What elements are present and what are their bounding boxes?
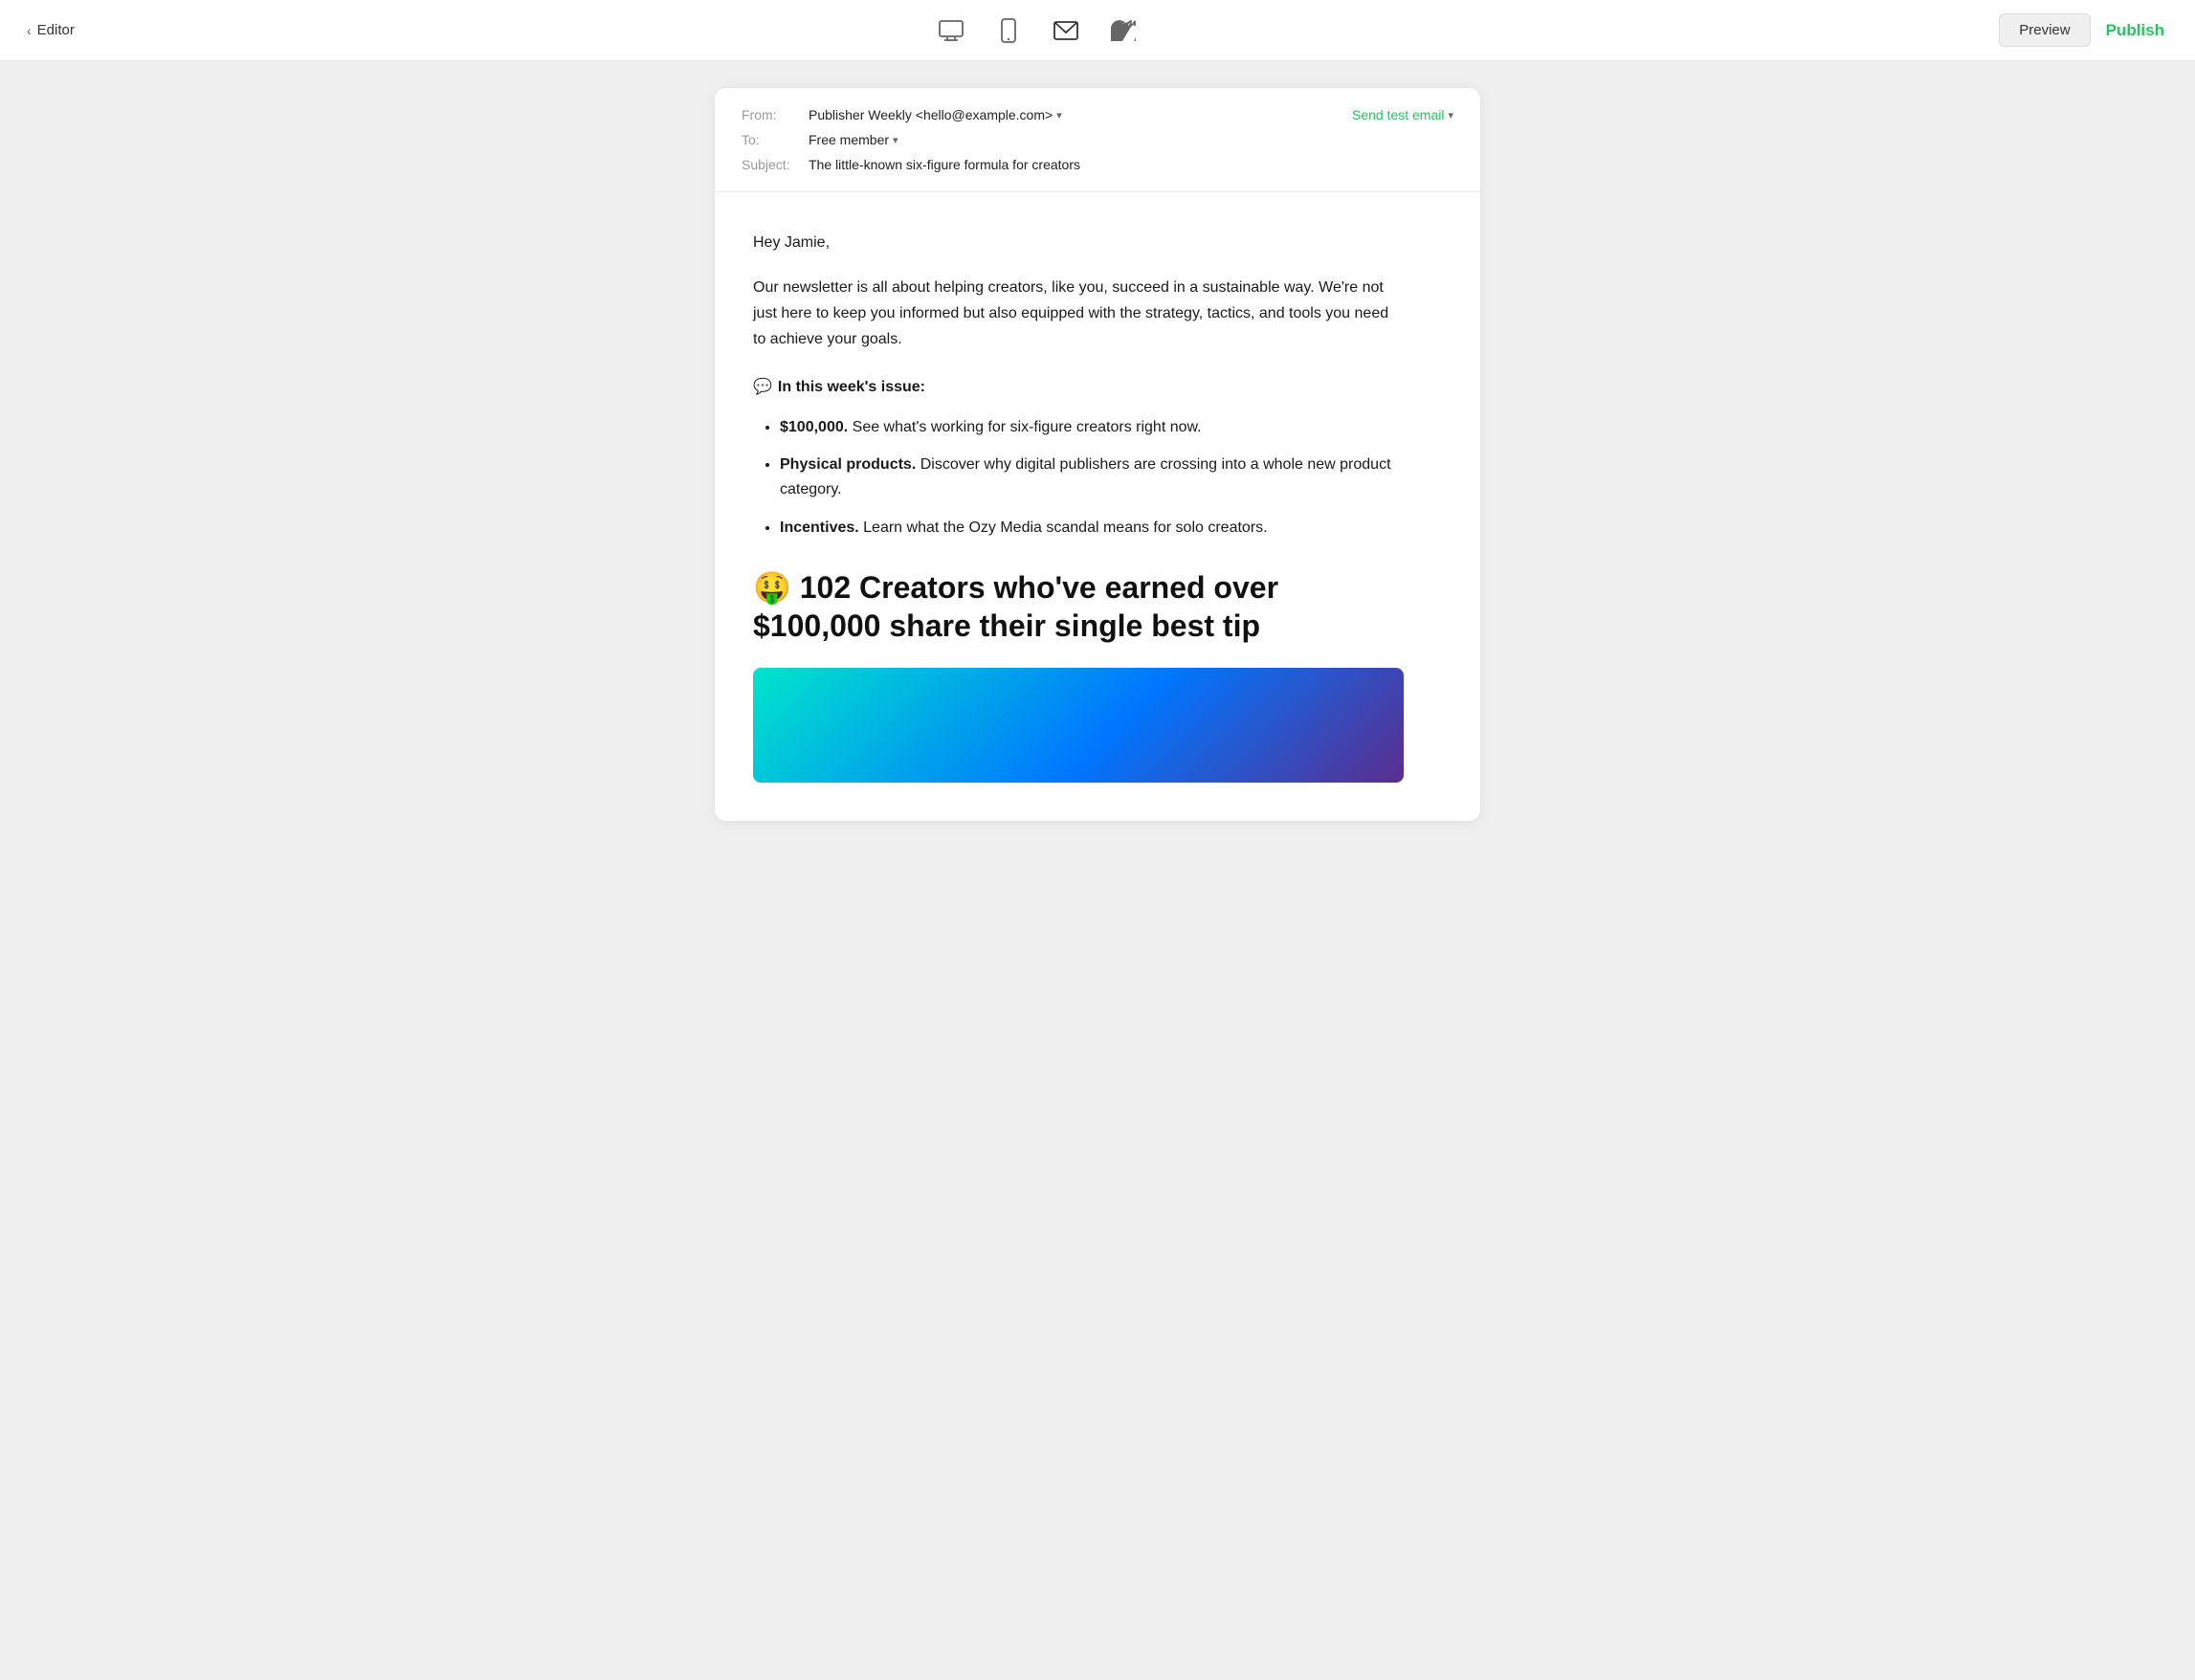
- back-button[interactable]: ‹ Editor: [27, 22, 75, 38]
- email-view-button[interactable]: [1053, 17, 1079, 44]
- back-label: Editor: [37, 22, 75, 38]
- mobile-view-button[interactable]: [995, 17, 1022, 44]
- to-value-text: Free member: [809, 132, 889, 147]
- from-value-text: Publisher Weekly <hello@example.com>: [809, 107, 1053, 122]
- list-item: $100,000. See what's working for six-fig…: [780, 415, 1404, 440]
- desktop-view-button[interactable]: [938, 17, 964, 44]
- from-chevron-icon: ▾: [1056, 109, 1062, 122]
- email-header: From: Publisher Weekly <hello@example.co…: [715, 88, 1480, 192]
- send-test-chevron-icon: ▾: [1448, 109, 1453, 122]
- list-item: Physical products. Discover why digital …: [780, 453, 1404, 501]
- big-heading: 🤑 102 Creators who've earned over $100,0…: [753, 568, 1404, 645]
- list-item-bold: $100,000.: [780, 419, 848, 435]
- issue-list: $100,000. See what's working for six-fig…: [753, 415, 1404, 540]
- big-heading-text: 102 Creators who've earned over $100,000…: [753, 570, 1278, 643]
- view-switcher: [938, 17, 1137, 44]
- back-arrow-icon: ‹: [27, 23, 32, 38]
- topbar-actions: Preview Publish: [1999, 13, 2168, 48]
- from-row: From: Publisher Weekly <hello@example.co…: [742, 107, 1080, 122]
- section-heading: 💬 In this week's issue:: [753, 375, 1404, 400]
- subject-row: Subject: The little-known six-figure for…: [742, 157, 1080, 172]
- from-value[interactable]: Publisher Weekly <hello@example.com> ▾: [809, 107, 1062, 122]
- topbar: ‹ Editor: [0, 0, 2195, 61]
- section-heading-text: In this week's issue:: [778, 375, 925, 400]
- send-test-label: Send test email: [1352, 107, 1445, 122]
- big-heading-emoji: 🤑: [753, 570, 791, 605]
- list-item: Incentives. Learn what the Ozy Media sca…: [780, 516, 1404, 541]
- preview-button[interactable]: Preview: [1999, 13, 2090, 47]
- to-value[interactable]: Free member ▾: [809, 132, 898, 147]
- list-item-bold: Incentives.: [780, 519, 859, 536]
- email-meta: From: Publisher Weekly <hello@example.co…: [742, 107, 1080, 172]
- send-test-email-button[interactable]: Send test email ▾: [1352, 107, 1453, 122]
- publish-button[interactable]: Publish: [2102, 13, 2168, 48]
- list-item-text: See what's working for six-figure creato…: [853, 419, 1202, 435]
- email-intro: Our newsletter is all about helping crea…: [753, 275, 1404, 353]
- list-item-bold: Physical products.: [780, 456, 916, 473]
- subject-value: The little-known six-figure formula for …: [809, 157, 1080, 172]
- section-emoji: 💬: [753, 375, 772, 400]
- email-panel: From: Publisher Weekly <hello@example.co…: [715, 88, 1480, 821]
- hero-image: [753, 668, 1404, 783]
- twitter-view-button[interactable]: [1110, 17, 1137, 44]
- page-body: From: Publisher Weekly <hello@example.co…: [0, 61, 2195, 878]
- subject-label: Subject:: [742, 157, 799, 172]
- to-row: To: Free member ▾: [742, 132, 1080, 147]
- to-label: To:: [742, 132, 799, 147]
- to-chevron-icon: ▾: [893, 134, 898, 146]
- email-greeting: Hey Jamie,: [753, 231, 1404, 255]
- email-body: Hey Jamie, Our newsletter is all about h…: [715, 192, 1480, 821]
- from-label: From:: [742, 107, 799, 122]
- list-item-text: Learn what the Ozy Media scandal means f…: [863, 519, 1267, 536]
